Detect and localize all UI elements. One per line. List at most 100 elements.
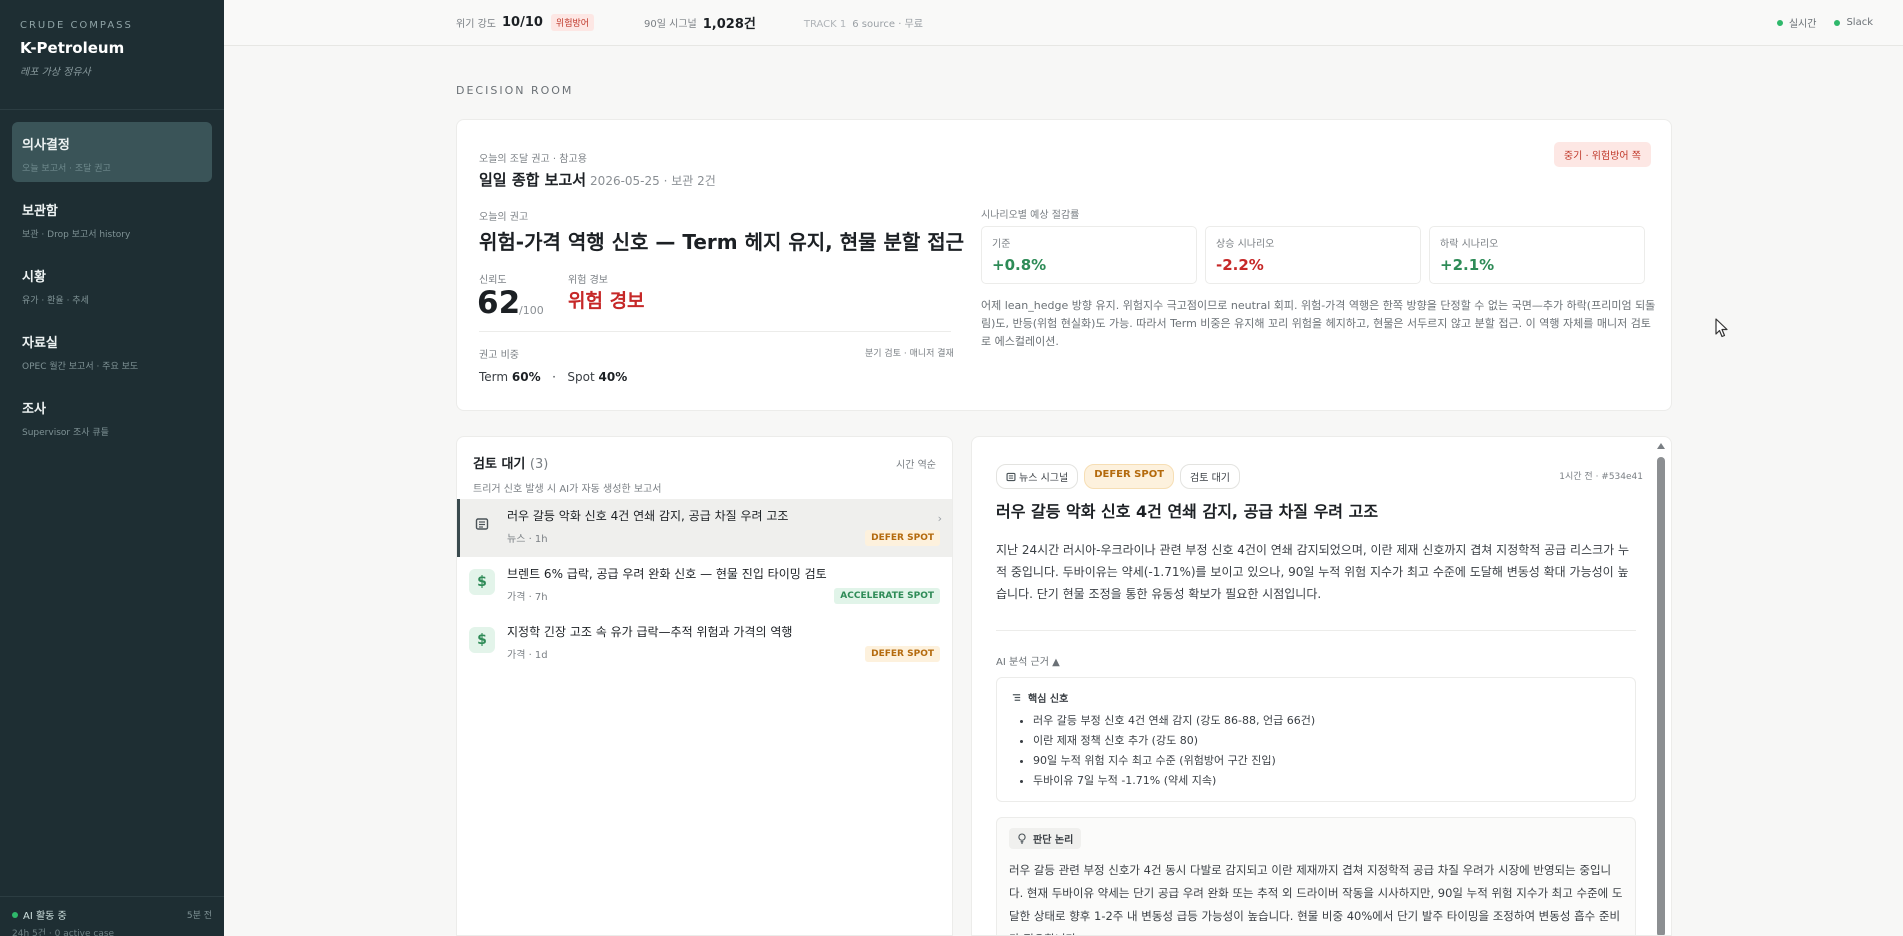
detail-title: 러우 갈등 악화 신호 4건 연쇄 감지, 공급 차질 우려 고조	[996, 502, 1379, 521]
dollar-icon: $	[469, 569, 495, 595]
list-item: 두바이유 7일 누적 -1.71% (약세 지속)	[1033, 771, 1621, 791]
spot-value: 40%	[598, 370, 628, 384]
crisis-value: 10/10	[501, 15, 543, 30]
reasoning-header: 판단 논리	[1009, 828, 1082, 849]
recommendation-label: 오늘의 권고	[479, 212, 529, 223]
report-title: 일일 종합 보고서 2026-05-25 · 보관 2건	[479, 169, 716, 190]
list-item: 이란 제재 정책 신호 추가 (강도 80)	[1033, 731, 1621, 751]
tag-review-pending: 검토 대기	[1180, 464, 1241, 489]
list-item[interactable]: $ 브렌트 6% 급락, 공급 우려 완화 신호 — 현물 진입 타이밍 검토 …	[457, 557, 952, 615]
lightbulb-icon	[1018, 833, 1026, 844]
sidebar-item-sub: Supervisor 조사 큐들	[22, 428, 109, 438]
key-signals-header: 핵심 신호	[1011, 690, 1621, 705]
scenario-card-down: 하락 시나리오 +2.1%	[1429, 226, 1645, 284]
risk-label: 위험 경보	[568, 275, 608, 286]
mix-label: 권고 비중	[479, 350, 519, 361]
sidebar-item-label: 의사결정	[22, 138, 70, 153]
dollar-icon: $	[469, 627, 495, 653]
item-title: 브렌트 6% 급락, 공급 우려 완화 신호 — 현물 진입 타이밍 검토	[507, 567, 827, 581]
list-item: 90일 누적 위험 지수 최고 수준 (위험방어 구간 진입)	[1033, 751, 1621, 771]
reasoning-title: 판단 논리	[1033, 835, 1074, 846]
scenario-name: 하락 시나리오	[1440, 239, 1499, 250]
list-item[interactable]: $ 지정학 긴장 고조 속 유가 급락—추적 위험과 가격의 역행 가격 · 1…	[457, 615, 952, 673]
track-label: TRACK 1	[803, 19, 847, 30]
sidebar-item-research[interactable]: 조사 Supervisor 조사 큐들	[12, 386, 212, 446]
sidebar-item-label: 자료실	[22, 336, 58, 351]
brand: CRUDE COMPASS K-Petroleum 레포 가상 정유사	[0, 0, 224, 110]
status-dot-icon	[1776, 19, 1783, 26]
sidebar-item-label: 조사	[22, 402, 46, 417]
scenario-value: +0.8%	[992, 256, 1047, 274]
detail-meta: 1시간 전 · #534e41	[1559, 472, 1643, 482]
scenario-label: 시나리오별 예상 절감률	[981, 210, 1080, 221]
ai-analysis-toggle[interactable]: AI 분석 근거 ▲	[996, 653, 1060, 668]
spot-label: Spot	[567, 370, 595, 384]
confidence-value: 62	[477, 285, 521, 321]
detail-scrollbar[interactable]	[1657, 443, 1665, 935]
scenario-row: 기준 +0.8% 상승 시나리오 -2.2% 하락 시나리오 +2.1%	[981, 226, 1645, 284]
sidebar-item-market[interactable]: 시황 유가 · 환율 · 추세	[12, 254, 212, 314]
scenario-card-base: 기준 +0.8%	[981, 226, 1197, 284]
crisis-badge: 위험방어	[550, 14, 595, 31]
reasoning-text: 러우 갈등 관련 부정 신호가 4건 동시 다발로 감지되고 이란 제재까지 겹…	[1009, 863, 1623, 935]
sidebar-item-sub: 오늘 보고서 · 조달 권고	[22, 164, 111, 174]
review-description: 트리거 신호 발생 시 AI가 자동 생성한 보고서	[473, 484, 662, 495]
sidebar-item-sub: 유가 · 환율 · 추세	[22, 296, 89, 306]
report-title-text: 일일 종합 보고서	[479, 171, 587, 189]
scroll-up-icon[interactable]	[1657, 443, 1665, 449]
item-title: 러우 갈등 악화 신호 4건 연쇄 감지, 공급 차질 우려 고조	[507, 509, 789, 523]
brand-kicker: CRUDE COMPASS	[20, 20, 133, 31]
scenario-name: 기준	[992, 239, 1011, 250]
crisis-label: 위기 강도	[456, 19, 496, 30]
scenario-card-up: 상승 시나리오 -2.2%	[1205, 226, 1421, 284]
list-item[interactable]: 러우 갈등 악화 신호 4건 연쇄 감지, 공급 차질 우려 고조 뉴스 · 1…	[457, 499, 952, 557]
review-header: 검토 대기 (3) 트리거 신호 발생 시 AI가 자동 생성한 보고서	[457, 437, 952, 499]
slack-status[interactable]: Slack	[1834, 15, 1873, 30]
news-icon	[1006, 472, 1016, 482]
sidebar-item-decision[interactable]: 의사결정 오늘 보고서 · 조달 권고	[12, 122, 212, 182]
track-value: 6 source · 무료	[852, 19, 923, 30]
mix-separator: ·	[552, 370, 556, 384]
scenario-description: 어제 lean_hedge 방향 유지. 위험지수 극고점이므로 neutral…	[981, 299, 1656, 348]
mix-note: 분기 검토 · 매니저 결재	[865, 349, 954, 359]
scroll-thumb[interactable]	[1657, 457, 1665, 935]
scenario-value: -2.2%	[1216, 256, 1264, 274]
track-info: TRACK 1 6 source · 무료	[804, 15, 923, 30]
ai-status-label: AI 활동 중	[12, 907, 67, 922]
review-title: 검토 대기 (3)	[473, 453, 936, 472]
sidebar-item-archive[interactable]: 보관함 보관 · Drop 보고서 history	[12, 188, 212, 248]
sort-toggle[interactable]: 시간 역순	[896, 456, 936, 471]
term-value: 60%	[511, 370, 541, 384]
ai-status-text: AI 활동 중	[23, 911, 67, 922]
report-detail-panel: 뉴스 시그널 DEFER SPOT 검토 대기 1시간 전 · #534e41 …	[971, 436, 1672, 936]
ai-status-sub: 24h 5건 · 0 active case	[12, 929, 115, 936]
detail-summary: 지난 24시간 러시아-우크라이나 관련 부정 신호 4건이 연쇄 감지되었으며…	[996, 543, 1630, 601]
mix-value: Term 60% · Spot 40%	[479, 370, 627, 384]
report-stance-badge: 중기 · 위험방어 쪽	[1553, 142, 1651, 167]
chevron-right-icon: ›	[937, 512, 942, 525]
sidebar-item-sub: 보관 · Drop 보고서 history	[22, 230, 131, 240]
divider	[996, 630, 1636, 631]
list-icon	[1012, 694, 1021, 701]
review-queue-panel: 검토 대기 (3) 트리거 신호 발생 시 AI가 자동 생성한 보고서 시간 …	[456, 436, 953, 936]
sidebar-item-library[interactable]: 자료실 OPEC 월간 보고서 · 주요 보도	[12, 320, 212, 380]
status-dot-icon	[12, 911, 18, 918]
sidebar: CRUDE COMPASS K-Petroleum 레포 가상 정유사 의사결정…	[0, 0, 224, 936]
sidebar-item-label: 시황	[22, 270, 46, 285]
review-title-text: 검토 대기	[473, 457, 526, 472]
sidebar-item-sub: OPEC 월간 보고서 · 주요 보도	[22, 362, 139, 372]
divider	[479, 331, 951, 332]
tag-news-signal: 뉴스 시그널	[996, 464, 1079, 489]
term-label: Term	[479, 370, 509, 384]
report-title-meta: 2026-05-25 · 보관 2건	[590, 174, 716, 188]
news-icon	[469, 511, 495, 537]
brand-subtitle: 레포 가상 정유사	[20, 67, 91, 78]
top-bar: 위기 강도 10/10 위험방어 90일 시그널 1,028건 TRACK 1 6…	[224, 0, 1903, 46]
tag-news-label: 뉴스 시그널	[1019, 473, 1069, 484]
realtime-status[interactable]: 실시간	[1776, 15, 1816, 30]
brand-name: K-Petroleum	[20, 39, 125, 57]
ai-status-time: 5분 전	[186, 911, 212, 921]
risk-value: 위험 경보	[568, 290, 645, 312]
tag-defer-spot: DEFER SPOT	[1084, 464, 1175, 489]
report-crumb: 오늘의 조달 권고 · 참고용	[479, 154, 587, 165]
